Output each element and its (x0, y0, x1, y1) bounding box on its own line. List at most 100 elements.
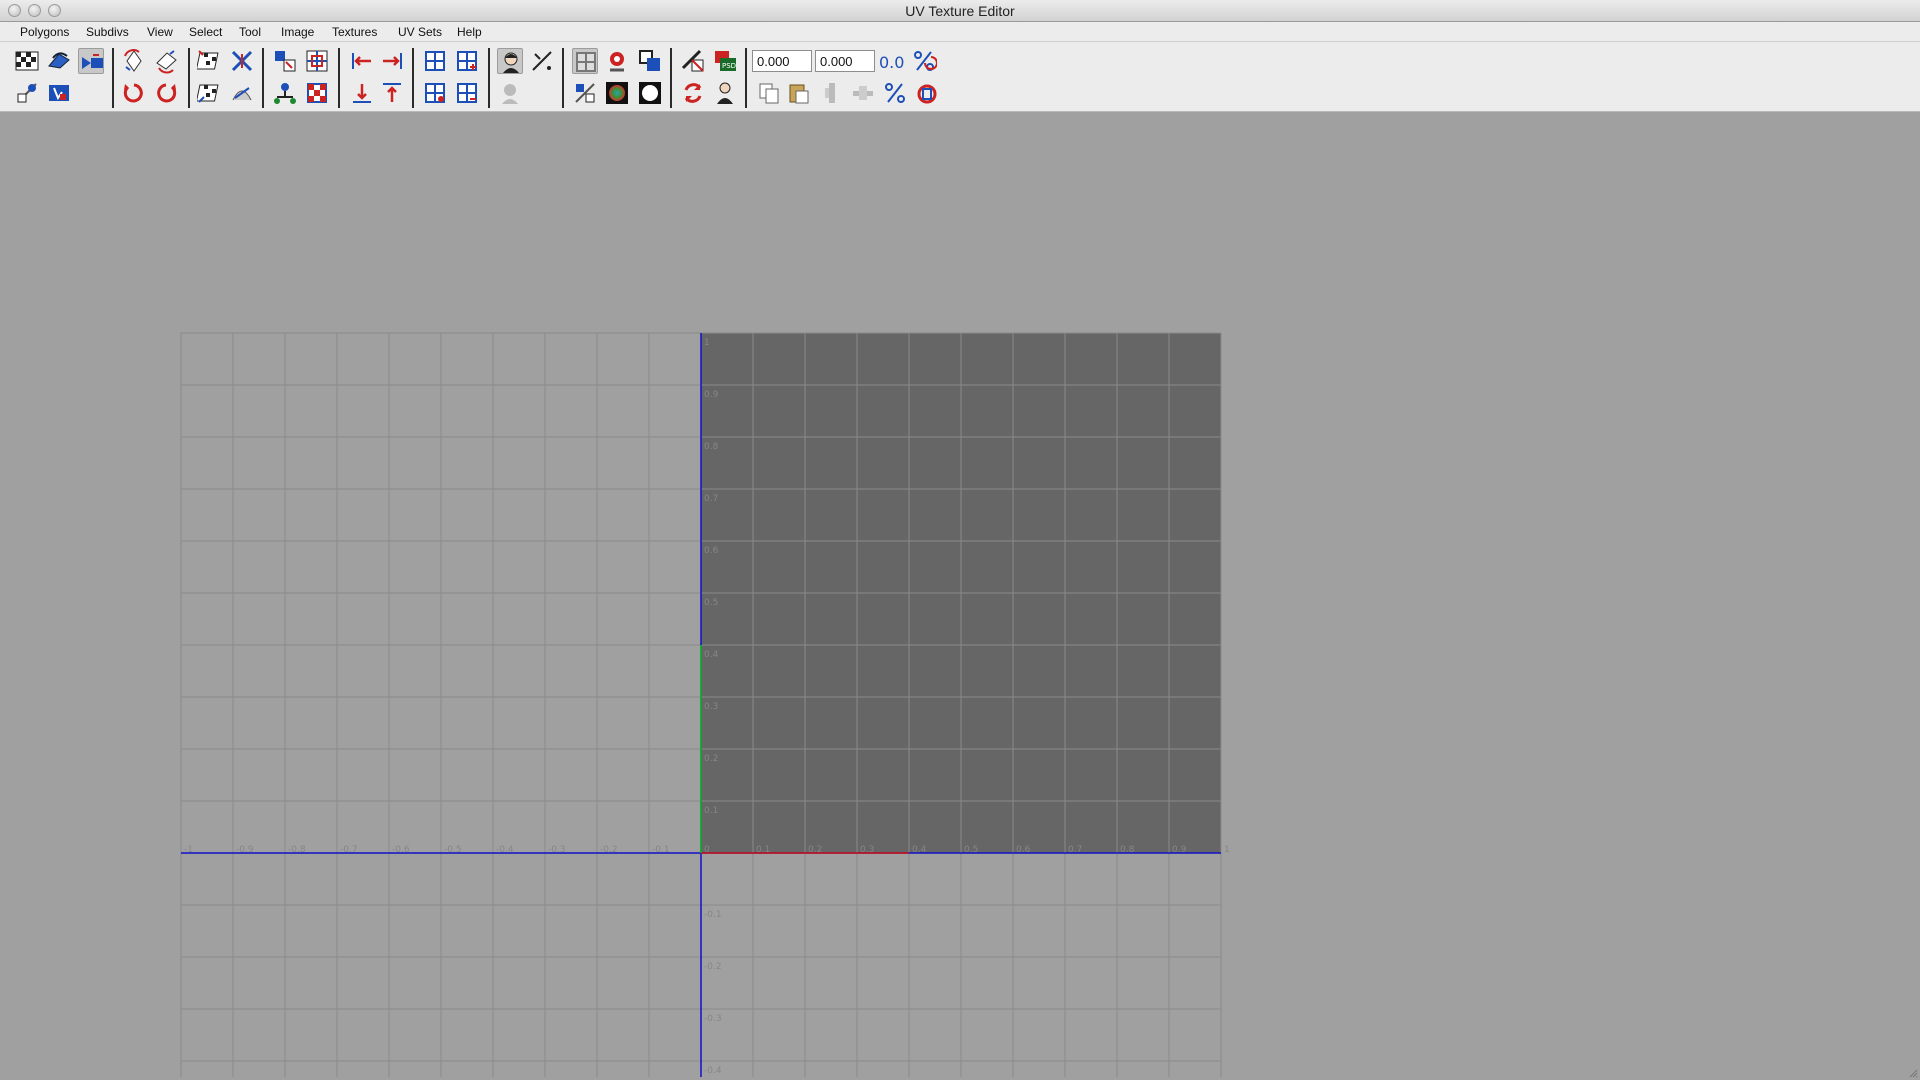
uv-grid[interactable]: -1 -0.9 -0.8 -0.7 -0.6 -0.5 -0.4 -0.3 -0.2 -0.1 0 0… (4, 113, 1916, 1077)
psd-icon[interactable]: PSD (712, 48, 738, 74)
unfold-checker-icon[interactable] (197, 48, 223, 74)
toolbar-separator (188, 48, 190, 108)
menu-textures[interactable]: Textures (332, 25, 377, 39)
u-axis-label: -0.8 (288, 845, 306, 855)
rotate-left-icon[interactable] (121, 80, 147, 106)
v-axis-label: 0.5 (704, 598, 718, 608)
toolbar-separator (745, 48, 747, 108)
v-axis-label: 1 (704, 338, 710, 348)
arrow-up-icon[interactable] (379, 80, 405, 106)
u-axis-label: 0.6 (1016, 845, 1031, 855)
resize-grip-icon[interactable] (1908, 1068, 1918, 1078)
rotate-ccw-uv-icon[interactable] (121, 48, 147, 74)
title-bar: UV Texture Editor (0, 0, 1920, 22)
toolbar-separator (670, 48, 672, 108)
u-axis-label: -0.2 (600, 845, 618, 855)
u-axis-label: -0.5 (444, 845, 462, 855)
toolbar: PSD 0.0 (0, 42, 1920, 112)
arrow-left-icon[interactable] (349, 48, 375, 74)
white-ball-icon[interactable] (637, 80, 663, 106)
u-axis-label: 0 (704, 845, 710, 855)
person-icon[interactable] (712, 80, 738, 106)
v-axis-label: -0.1 (704, 910, 722, 920)
toolbar-separator (112, 48, 114, 108)
menu-subdivs[interactable]: Subdivs (86, 25, 129, 39)
u-axis-label: 0.7 (1068, 845, 1082, 855)
layout-uv-icon[interactable] (304, 48, 330, 74)
menu-help[interactable]: Help (457, 25, 482, 39)
zero-zero-icon[interactable]: 0.0 (878, 48, 904, 74)
u-axis-label: -0.6 (392, 845, 410, 855)
align-horizontal-icon[interactable] (850, 80, 876, 106)
grid-add-icon[interactable] (454, 48, 480, 74)
u-axis-label: 0.1 (756, 845, 770, 855)
grid-layout-icon[interactable] (422, 48, 448, 74)
toolbar-separator (488, 48, 490, 108)
u-axis-label: -1 (184, 845, 193, 855)
u-axis-label: 0.5 (964, 845, 978, 855)
toolbar-separator (262, 48, 264, 108)
smooth-uv-icon[interactable] (14, 80, 40, 106)
copy-icon[interactable] (756, 80, 782, 106)
menu-polygons[interactable]: Polygons (20, 25, 69, 39)
u-axis-label: -0.1 (652, 845, 670, 855)
v-axis-label: 0.1 (704, 806, 718, 816)
align-vertical-icon[interactable] (819, 80, 845, 106)
image-settings-icon[interactable] (680, 48, 706, 74)
uv-flip-icon[interactable] (46, 48, 72, 74)
color-ball-icon[interactable] (604, 80, 630, 106)
v-axis-label: -0.4 (704, 1066, 722, 1076)
arrow-right-icon[interactable] (379, 48, 405, 74)
v-axis-label: -0.2 (704, 962, 722, 972)
u-axis-label: 0.8 (1120, 845, 1135, 855)
u-axis-label: 0.9 (1172, 845, 1187, 855)
uv-texture-editor-window: UV Texture Editor Polygons Subdivs View … (0, 0, 1920, 1080)
menu-view[interactable]: View (147, 25, 173, 39)
u-axis-label: 0.4 (912, 845, 927, 855)
face-icon[interactable] (497, 48, 523, 74)
move-sew-icon[interactable] (272, 48, 298, 74)
v-axis-label: 0.7 (704, 494, 718, 504)
v-axis-label: -0.3 (704, 1014, 722, 1024)
shaded-face-icon[interactable] (497, 80, 523, 106)
snap-icon[interactable] (604, 48, 630, 74)
grid-minus-icon[interactable] (454, 80, 480, 106)
u-axis-label: -0.9 (236, 845, 254, 855)
grid-checker-icon[interactable] (304, 80, 330, 106)
toolbar-separator (338, 48, 340, 108)
grid-remove-icon[interactable] (422, 80, 448, 106)
menu-image[interactable]: Image (281, 25, 314, 39)
toolbar-separator (562, 48, 564, 108)
u-coordinate-field[interactable] (752, 50, 812, 72)
rotate-right-icon[interactable] (153, 80, 179, 106)
percent-icon[interactable] (911, 48, 937, 74)
rotate-cw-uv-icon[interactable] (153, 48, 179, 74)
v-axis-label: 0.6 (704, 546, 719, 556)
v-coordinate-field[interactable] (815, 50, 875, 72)
grid-toggle-icon[interactable] (572, 48, 598, 74)
menu-uv-sets[interactable]: UV Sets (398, 25, 442, 39)
cut-uv-icon[interactable] (229, 48, 255, 74)
percent-toggle-icon[interactable] (882, 80, 908, 106)
relax-icon[interactable] (229, 80, 255, 106)
undo-ring-icon[interactable] (914, 80, 940, 106)
u-axis-label: -0.4 (496, 845, 514, 855)
v-axis-label: 0.8 (704, 442, 719, 452)
pin-icon[interactable] (529, 48, 555, 74)
overlap-icon[interactable] (637, 48, 663, 74)
paste-icon[interactable] (786, 80, 812, 106)
v-axis-label: 0.4 (704, 650, 719, 660)
uv-project-icon[interactable] (78, 48, 104, 74)
menu-select[interactable]: Select (189, 25, 222, 39)
uv-grid-viewport[interactable]: -1 -0.9 -0.8 -0.7 -0.6 -0.5 -0.4 -0.3 -0.2 -0.1 0 0… (4, 113, 1916, 1077)
unfold-icon[interactable] (197, 80, 223, 106)
shade-toggle-icon[interactable] (572, 80, 598, 106)
menu-tool[interactable]: Tool (239, 25, 261, 39)
refresh-icon[interactable] (680, 80, 706, 106)
uv-shell-icon[interactable] (46, 80, 72, 106)
straighten-icon[interactable] (272, 80, 298, 106)
checker-map-icon[interactable] (14, 48, 40, 74)
u-axis-label: 0.2 (808, 845, 822, 855)
v-axis-label: 0.2 (704, 754, 718, 764)
arrow-down-icon[interactable] (349, 80, 375, 106)
